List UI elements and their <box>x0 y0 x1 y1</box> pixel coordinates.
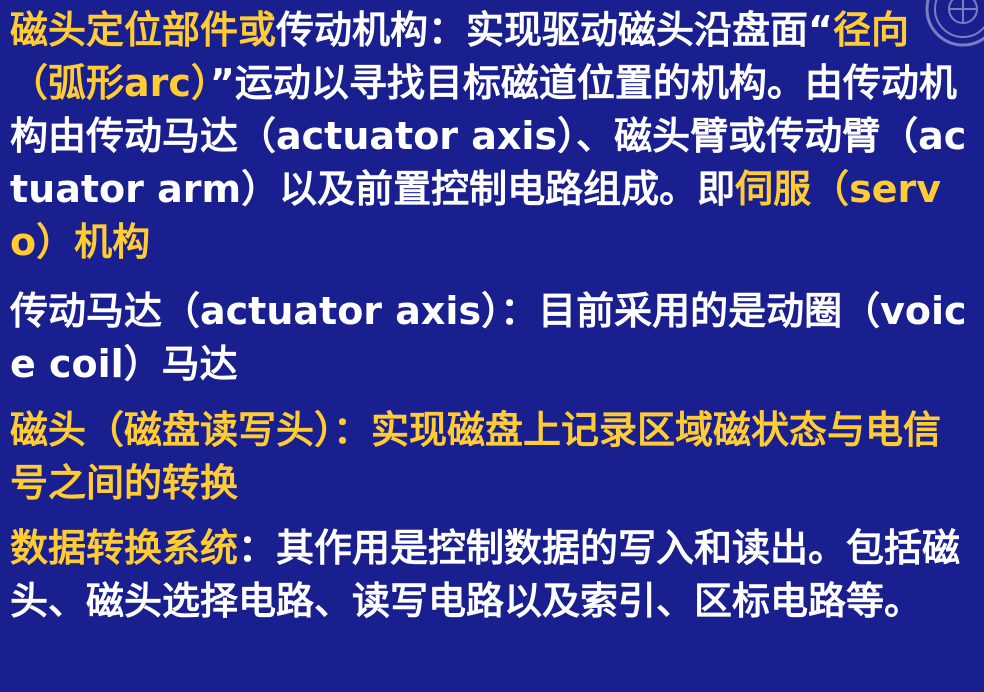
paragraph-data-conversion: 数据转换系统：其作用是控制数据的写入和读出。包括磁头、磁头选择电路、读写电路以及… <box>10 522 976 628</box>
quote-open: “ <box>808 8 834 52</box>
text-voice-coil-motor: 传动马达（actuator axis）：目前采用的是动圈（voice coil）… <box>10 289 967 386</box>
paragraph-actuator-motor: 传动马达（actuator axis）：目前采用的是动圈（voice coil）… <box>10 285 976 391</box>
paragraph-positioning-mechanism: 磁头定位部件或传动机构：实现驱动磁头沿盘面“径向（弧形arc）”运动以寻找目标磁… <box>10 4 976 269</box>
text-read-write-head: 磁头（磁盘读写头）：实现磁盘上记录区域磁状态与电信号之间的转换 <box>10 408 942 505</box>
paragraph-magnetic-head: 磁头（磁盘读写头）：实现磁盘上记录区域磁状态与电信号之间的转换 <box>10 404 976 510</box>
quote-close: ” <box>209 61 235 105</box>
text-drive-mechanism: 传动机构：实现驱动磁头沿盘面 <box>276 8 809 52</box>
slide: 磁头定位部件或传动机构：实现驱动磁头沿盘面“径向（弧形arc）”运动以寻找目标磁… <box>0 0 984 692</box>
term-head-positioning: 磁头定位部件或 <box>10 8 277 52</box>
term-data-conversion-system: 数据转换系统 <box>10 526 239 570</box>
